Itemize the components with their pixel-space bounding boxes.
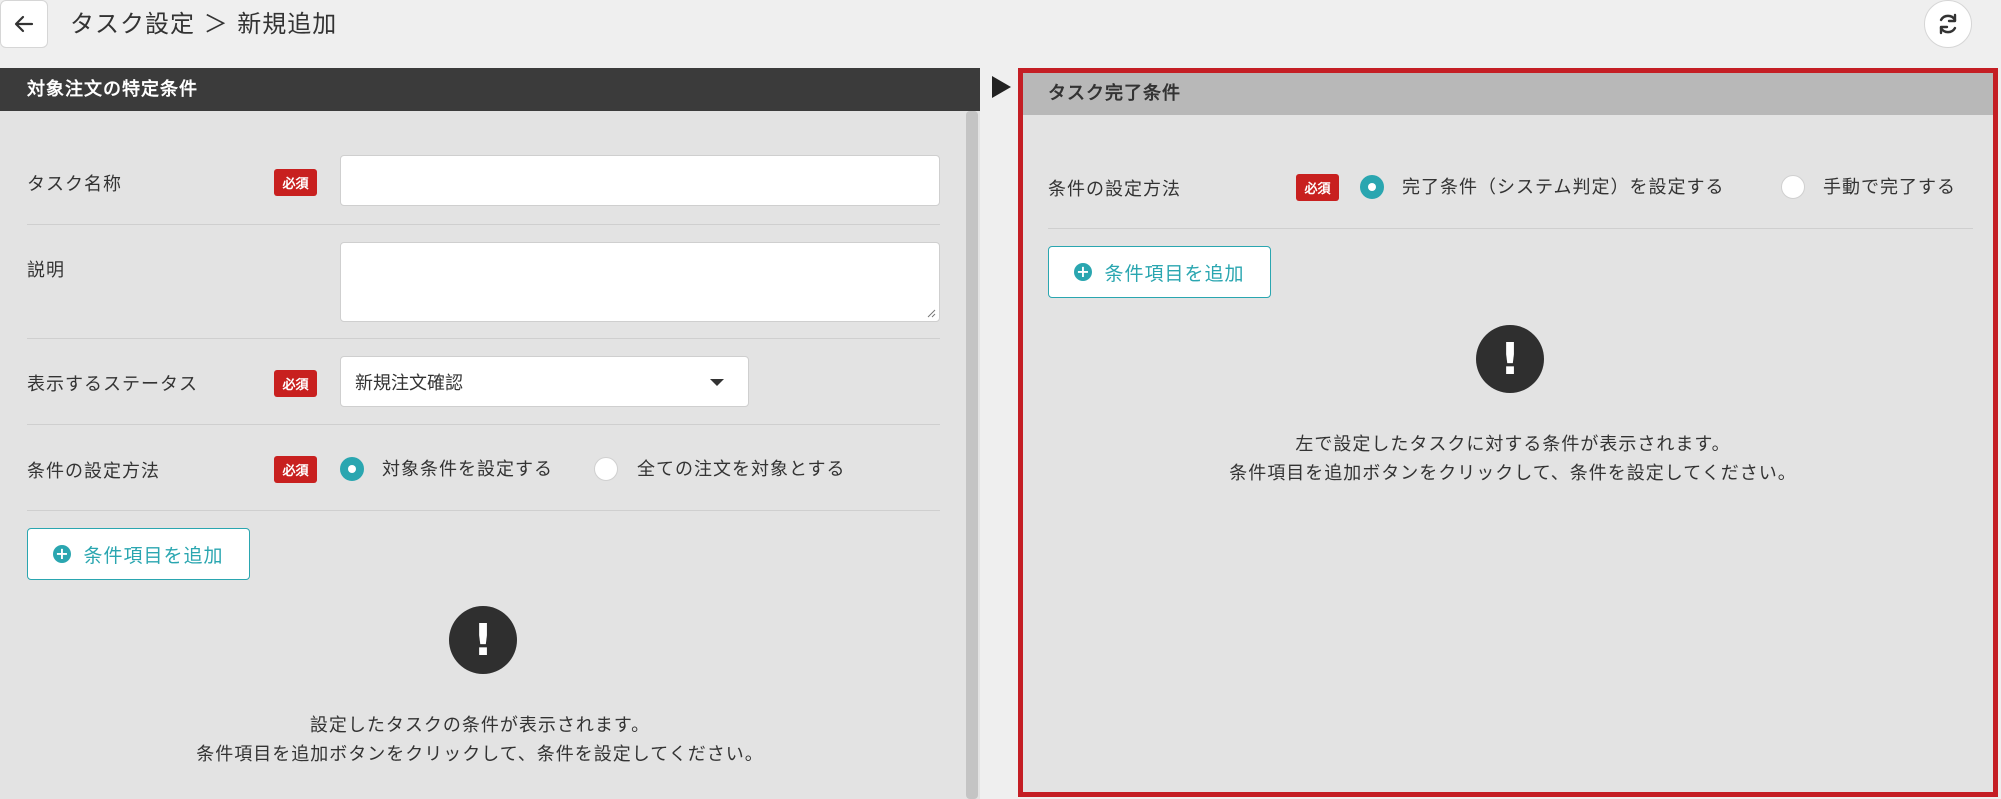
status-select[interactable]: 新規注文確認 (340, 356, 749, 407)
radio-all-orders[interactable] (594, 457, 618, 481)
target-order-conditions-panel: 対象注文の特定条件 タスク名称 必須 説明 表示するステータス 必須 新規注文確… (0, 68, 980, 799)
empty-state-message: 左で設定したタスクに対する条件が表示されます。 条件項目を追加ボタンをクリックし… (1098, 430, 1928, 488)
required-badge: 必須 (274, 456, 317, 483)
radio-set-conditions[interactable] (340, 457, 364, 481)
required-badge: 必須 (1296, 174, 1339, 201)
task-completion-conditions-panel: タスク完了条件 条件の設定方法 必須 完了条件（システム判定）を設定する 手動で… (1018, 68, 1998, 797)
resize-grip-icon[interactable] (926, 308, 936, 318)
divider (27, 510, 940, 511)
exclamation-icon: ! (449, 606, 517, 674)
required-badge: 必須 (274, 370, 317, 397)
radio-set-conditions-label[interactable]: 対象条件を設定する (382, 455, 553, 481)
add-condition-button[interactable]: + 条件項目を追加 (1048, 246, 1271, 298)
add-condition-label: 条件項目を追加 (83, 544, 224, 567)
refresh-icon (1939, 13, 1957, 35)
back-button[interactable] (0, 0, 48, 48)
divider (1048, 228, 1973, 229)
task-name-input[interactable] (340, 155, 940, 206)
arrow-right-icon (992, 76, 1011, 98)
caret-down-icon (710, 379, 724, 386)
radio-system-judgement-label[interactable]: 完了条件（システム判定）を設定する (1402, 173, 1724, 199)
status-label: 表示するステータス (27, 374, 198, 395)
arrow-left-icon (14, 15, 34, 33)
add-condition-label: 条件項目を追加 (1104, 262, 1245, 285)
divider (27, 424, 940, 425)
status-select-value: 新規注文確認 (355, 372, 463, 394)
plus-circle-icon: + (53, 544, 72, 563)
left-panel-title: 対象注文の特定条件 (0, 68, 980, 111)
radio-all-orders-label[interactable]: 全ての注文を対象とする (637, 455, 845, 481)
condition-method-label: 条件の設定方法 (1048, 179, 1181, 200)
condition-method-label: 条件の設定方法 (27, 461, 160, 482)
page-title: タスク設定 ＞ 新規追加 (70, 10, 338, 38)
radio-manual-complete-label[interactable]: 手動で完了する (1823, 173, 1956, 199)
divider (27, 224, 940, 225)
empty-state-message: 設定したタスクの条件が表示されます。 条件項目を追加ボタンをクリックして、条件を… (90, 711, 870, 769)
refresh-button[interactable] (1924, 0, 1972, 48)
exclamation-icon: ! (1476, 325, 1544, 393)
task-name-label: タスク名称 (27, 174, 122, 195)
description-label: 説明 (27, 260, 65, 281)
required-badge: 必須 (274, 169, 317, 196)
empty-state-line-1: 左で設定したタスクに対する条件が表示されます。 (1295, 434, 1731, 455)
description-textarea[interactable] (340, 242, 940, 322)
plus-circle-icon: + (1074, 262, 1093, 281)
empty-state-line-2: 条件項目を追加ボタンをクリックして、条件を設定してください。 (1229, 463, 1797, 484)
divider (27, 338, 940, 339)
add-condition-button[interactable]: + 条件項目を追加 (27, 528, 250, 580)
page-header: タスク設定 ＞ 新規追加 (0, 0, 2001, 68)
scrollbar[interactable] (966, 111, 978, 799)
empty-state-line-2: 条件項目を追加ボタンをクリックして、条件を設定してください。 (196, 744, 764, 765)
radio-system-judgement[interactable] (1360, 175, 1384, 199)
right-panel-title: タスク完了条件 (1023, 73, 1993, 115)
empty-state-line-1: 設定したタスクの条件が表示されます。 (309, 715, 651, 736)
radio-manual-complete[interactable] (1781, 175, 1805, 199)
